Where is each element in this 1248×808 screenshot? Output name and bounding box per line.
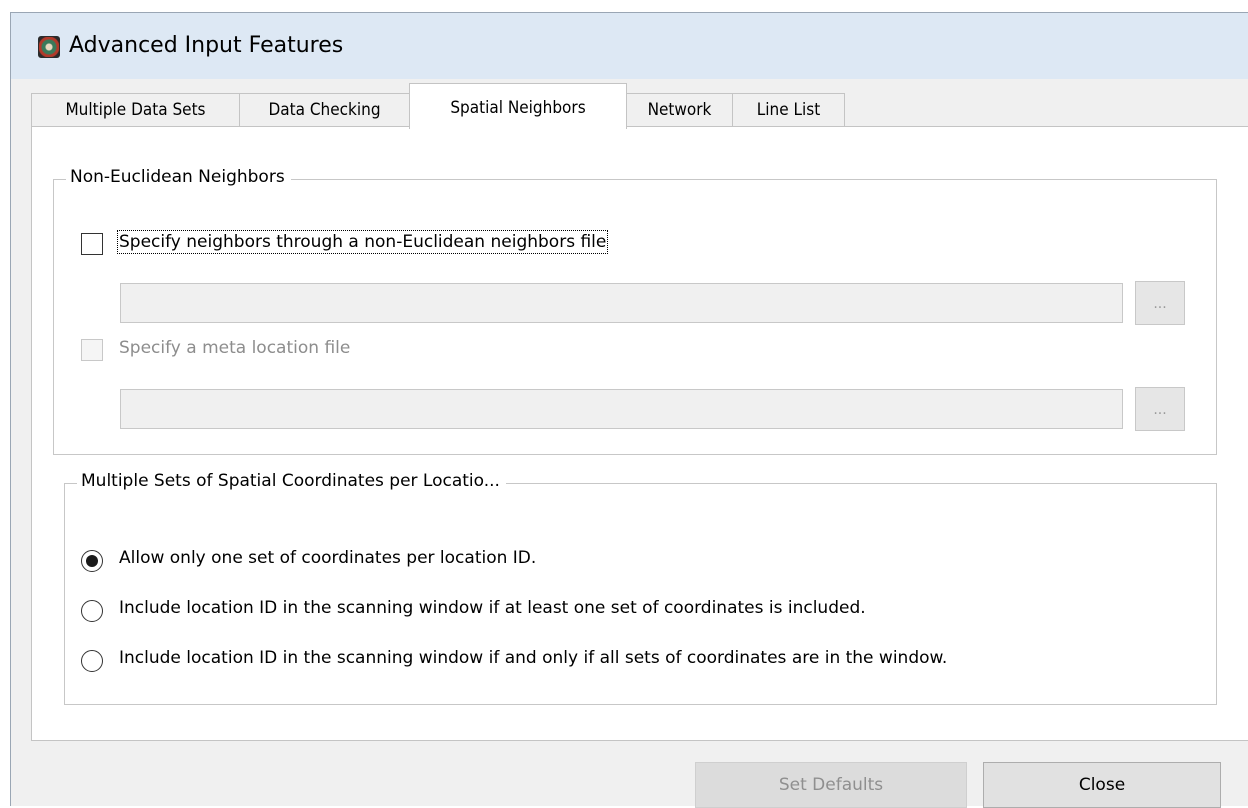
- set-defaults-button[interactable]: Set Defaults: [695, 762, 967, 808]
- meta-location-file-input[interactable]: [120, 389, 1123, 429]
- tab-network[interactable]: Network: [626, 93, 733, 126]
- close-button[interactable]: Close: [983, 762, 1221, 808]
- coordinate-sets-legend: Multiple Sets of Spatial Coordinates per…: [77, 471, 506, 491]
- window-title: Advanced Input Features: [69, 33, 344, 58]
- radio-one-set-per-location-label[interactable]: Allow only one set of coordinates per lo…: [119, 548, 536, 568]
- tab-spatial-neighbors[interactable]: Spatial Neighbors: [409, 83, 627, 129]
- meta-location-checkbox-label[interactable]: Specify a meta location file: [119, 338, 350, 358]
- title-bar[interactable]: Advanced Input Features: [11, 13, 1248, 79]
- neighbors-file-input[interactable]: [120, 283, 1123, 323]
- tab-line-list[interactable]: Line List: [732, 93, 845, 126]
- tab-data-checking[interactable]: Data Checking: [239, 93, 410, 126]
- coordinate-sets-group: Multiple Sets of Spatial Coordinates per…: [64, 471, 1217, 705]
- non-euclidean-neighbors-group: Non-Euclidean Neighbors Specify neighbor…: [53, 167, 1217, 455]
- advanced-input-features-dialog: Advanced Input Features Multiple Data Se…: [10, 12, 1248, 808]
- tab-multiple-data-sets[interactable]: Multiple Data Sets: [31, 93, 240, 126]
- neighbors-file-checkbox-label[interactable]: Specify neighbors through a non-Euclidea…: [116, 230, 609, 254]
- radio-all-sets-in-window-label[interactable]: Include location ID in the scanning wind…: [119, 648, 947, 668]
- radio-at-least-one-set[interactable]: [81, 600, 103, 622]
- neighbors-file-checkbox[interactable]: [81, 233, 103, 255]
- meta-location-browse-button[interactable]: ...: [1135, 387, 1185, 431]
- radio-at-least-one-set-label[interactable]: Include location ID in the scanning wind…: [119, 598, 866, 618]
- app-icon: [38, 36, 60, 58]
- radio-one-set-per-location[interactable]: [81, 550, 103, 572]
- neighbors-file-browse-button[interactable]: ...: [1135, 281, 1185, 325]
- meta-location-checkbox[interactable]: [81, 339, 103, 361]
- spatial-neighbors-panel: Non-Euclidean Neighbors Specify neighbor…: [31, 126, 1248, 741]
- radio-all-sets-in-window[interactable]: [81, 650, 103, 672]
- non-euclidean-neighbors-legend: Non-Euclidean Neighbors: [66, 167, 291, 187]
